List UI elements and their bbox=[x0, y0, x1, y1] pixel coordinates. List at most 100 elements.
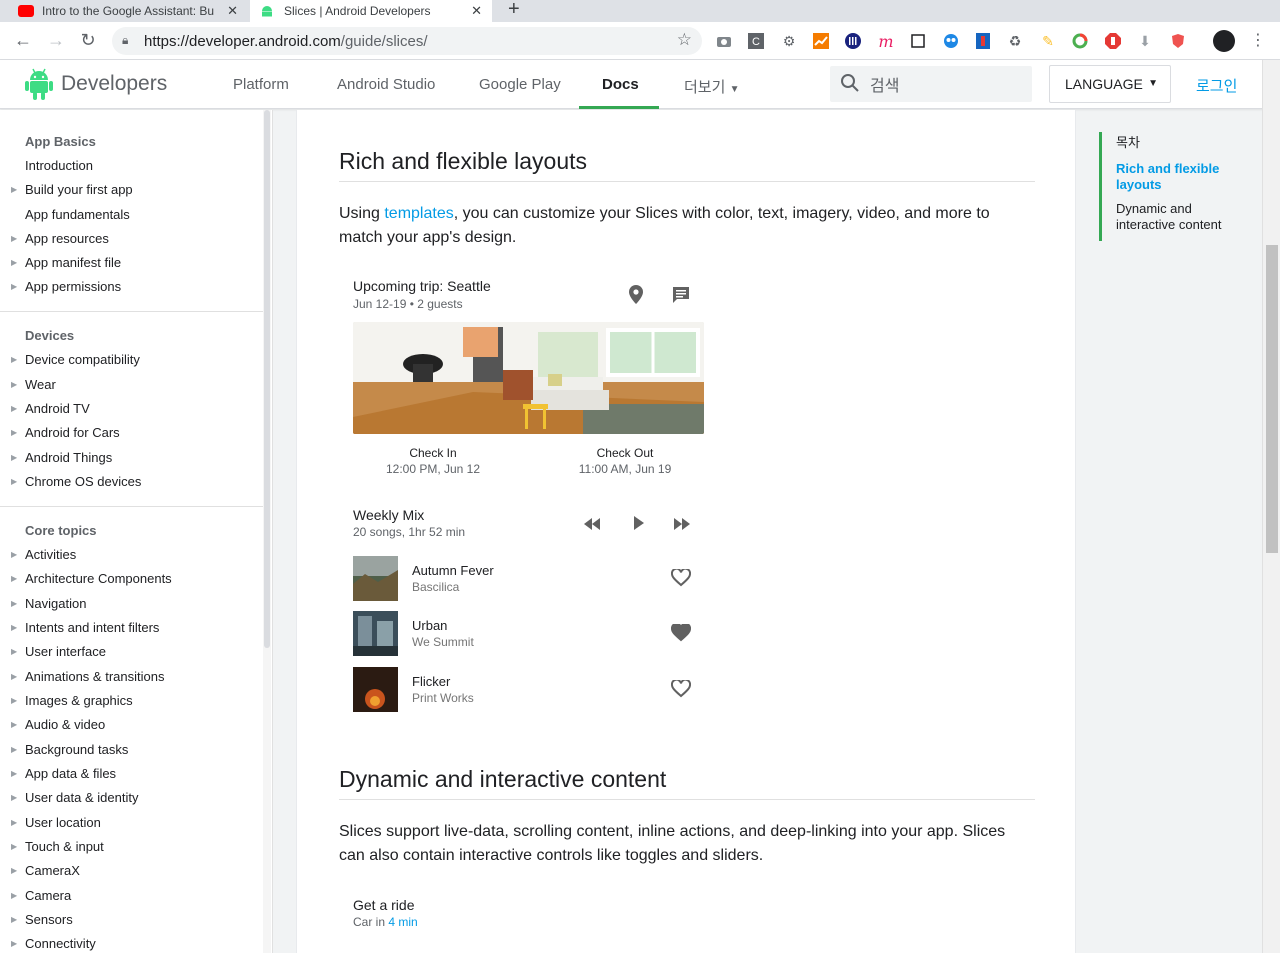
sidebar-item-app-resources[interactable]: App resources bbox=[25, 231, 109, 246]
song-title[interactable]: Urban bbox=[412, 618, 447, 633]
browser-tab-google-assistant[interactable]: Intro to the Google Assistant: Bu ✕ bbox=[8, 0, 248, 22]
login-link[interactable]: 로그인 bbox=[1196, 75, 1237, 96]
expand-arrow-icon[interactable]: ▶ bbox=[11, 453, 17, 462]
sidebar-item-app-permissions[interactable]: App permissions bbox=[25, 279, 121, 294]
nav-tab-docs[interactable]: Docs bbox=[602, 76, 639, 93]
expand-arrow-icon[interactable]: ▶ bbox=[11, 404, 17, 413]
expand-arrow-icon[interactable]: ▶ bbox=[11, 574, 17, 583]
sidebar-item-animations[interactable]: Animations & transitions bbox=[25, 669, 164, 684]
expand-arrow-icon[interactable]: ▶ bbox=[11, 599, 17, 608]
sidebar-item-build-first-app[interactable]: Build your first app bbox=[25, 182, 133, 197]
expand-arrow-icon[interactable]: ▶ bbox=[11, 647, 17, 656]
toc-item-dynamic-content[interactable]: Dynamic and interactive content bbox=[1116, 201, 1249, 233]
sidebar-item-device-compatibility[interactable]: Device compatibility bbox=[25, 352, 140, 367]
ride-eta-link[interactable]: 4 min bbox=[388, 915, 417, 929]
heart-outline-icon[interactable] bbox=[670, 567, 692, 592]
close-tab-icon[interactable]: ✕ bbox=[471, 3, 482, 19]
gear-extension-icon[interactable]: ⚙ bbox=[779, 31, 799, 51]
expand-arrow-icon[interactable]: ▶ bbox=[11, 380, 17, 389]
adblock-extension-icon[interactable] bbox=[1103, 31, 1123, 51]
color-wheel-extension-icon[interactable] bbox=[1070, 31, 1090, 51]
expand-arrow-icon[interactable]: ▶ bbox=[11, 696, 17, 705]
expand-arrow-icon[interactable]: ▶ bbox=[11, 939, 17, 948]
sidebar-item-audio-video[interactable]: Audio & video bbox=[25, 717, 105, 732]
expand-arrow-icon[interactable]: ▶ bbox=[11, 623, 17, 632]
expand-arrow-icon[interactable]: ▶ bbox=[11, 915, 17, 924]
expand-arrow-icon[interactable]: ▶ bbox=[11, 428, 17, 437]
expand-arrow-icon[interactable]: ▶ bbox=[11, 793, 17, 802]
flag-extension-icon[interactable] bbox=[973, 31, 993, 51]
new-tab-button[interactable]: + bbox=[508, 0, 520, 21]
expand-arrow-icon[interactable]: ▶ bbox=[11, 550, 17, 559]
location-pin-icon[interactable] bbox=[628, 284, 644, 311]
expand-arrow-icon[interactable]: ▶ bbox=[11, 866, 17, 875]
fast-forward-icon[interactable] bbox=[673, 517, 691, 535]
page-scrollbar-thumb[interactable] bbox=[1266, 245, 1278, 553]
c-extension-icon[interactable]: C bbox=[746, 31, 766, 51]
nav-tab-more[interactable]: 더보기 ▼ bbox=[684, 76, 739, 97]
barcode-extension-icon[interactable] bbox=[843, 31, 863, 51]
sidebar-item-app-fundamentals[interactable]: App fundamentals bbox=[25, 207, 130, 222]
sidebar-item-android-for-cars[interactable]: Android for Cars bbox=[25, 425, 120, 440]
bookmark-star-icon[interactable]: ☆ bbox=[677, 30, 692, 50]
sidebar-item-android-tv[interactable]: Android TV bbox=[25, 401, 90, 416]
expand-arrow-icon[interactable]: ▶ bbox=[11, 282, 17, 291]
sidebar-item-activities[interactable]: Activities bbox=[25, 547, 76, 562]
forward-arrow-icon[interactable]: → bbox=[45, 30, 67, 51]
owl-extension-icon[interactable] bbox=[941, 31, 961, 51]
sidebar-item-chrome-os[interactable]: Chrome OS devices bbox=[25, 474, 141, 489]
sidebar-section-title[interactable]: Core topics bbox=[25, 523, 97, 538]
broom-extension-icon[interactable]: ✎ bbox=[1038, 31, 1058, 51]
expand-arrow-icon[interactable]: ▶ bbox=[11, 672, 17, 681]
expand-arrow-icon[interactable]: ▶ bbox=[11, 477, 17, 486]
expand-arrow-icon[interactable]: ▶ bbox=[11, 769, 17, 778]
sidebar-item-sensors[interactable]: Sensors bbox=[25, 912, 73, 927]
download-extension-icon[interactable]: ⬇ bbox=[1135, 31, 1155, 51]
sidebar-item-app-manifest[interactable]: App manifest file bbox=[25, 255, 121, 270]
sidebar-section-title[interactable]: App Basics bbox=[25, 134, 96, 149]
sidebar-item-touch-input[interactable]: Touch & input bbox=[25, 839, 104, 854]
expand-arrow-icon[interactable]: ▶ bbox=[11, 745, 17, 754]
heart-filled-icon[interactable] bbox=[670, 622, 692, 647]
expand-arrow-icon[interactable]: ▶ bbox=[11, 185, 17, 194]
sidebar-item-user-data-identity[interactable]: User data & identity bbox=[25, 790, 138, 805]
expand-arrow-icon[interactable]: ▶ bbox=[11, 234, 17, 243]
developers-logo[interactable]: Developers bbox=[25, 68, 167, 100]
nav-tab-android-studio[interactable]: Android Studio bbox=[337, 76, 435, 93]
sidebar-item-app-data-files[interactable]: App data & files bbox=[25, 766, 116, 781]
browser-menu-icon[interactable]: ⋮ bbox=[1250, 30, 1266, 50]
toc-item-rich-layouts[interactable]: Rich and flexible layouts bbox=[1116, 161, 1249, 193]
screenshot-extension-icon[interactable] bbox=[908, 31, 928, 51]
shield-extension-icon[interactable] bbox=[1168, 31, 1188, 51]
sidebar-item-android-things[interactable]: Android Things bbox=[25, 450, 112, 465]
expand-arrow-icon[interactable]: ▶ bbox=[11, 891, 17, 900]
close-tab-icon[interactable]: ✕ bbox=[227, 3, 238, 19]
sidebar-section-title[interactable]: Devices bbox=[25, 328, 74, 343]
rewind-icon[interactable] bbox=[583, 517, 601, 535]
song-title[interactable]: Flicker bbox=[412, 674, 450, 689]
sidebar-item-camera[interactable]: Camera bbox=[25, 888, 71, 903]
back-arrow-icon[interactable]: ← bbox=[12, 30, 34, 51]
page-scrollbar[interactable] bbox=[1262, 60, 1280, 953]
sidebar-scrollbar-thumb[interactable] bbox=[264, 110, 270, 648]
browser-tab-slices[interactable]: Slices | Android Developers ✕ bbox=[250, 0, 492, 22]
recycle-extension-icon[interactable]: ♻ bbox=[1005, 31, 1025, 51]
message-icon[interactable] bbox=[671, 285, 691, 310]
sidebar-item-connectivity[interactable]: Connectivity bbox=[25, 936, 96, 951]
sidebar-item-background-tasks[interactable]: Background tasks bbox=[25, 742, 128, 757]
sidebar-item-user-interface[interactable]: User interface bbox=[25, 644, 106, 659]
nav-tab-platform[interactable]: Platform bbox=[233, 76, 289, 93]
reload-icon[interactable]: ↻ bbox=[77, 30, 99, 51]
address-bar[interactable]: 🔒︎ https://developer.android.com/guide/s… bbox=[112, 27, 702, 55]
camera-extension-icon[interactable] bbox=[714, 31, 734, 51]
templates-link[interactable]: templates bbox=[384, 205, 453, 222]
sidebar-item-images-graphics[interactable]: Images & graphics bbox=[25, 693, 133, 708]
expand-arrow-icon[interactable]: ▶ bbox=[11, 355, 17, 364]
sidebar-item-navigation[interactable]: Navigation bbox=[25, 596, 86, 611]
sidebar-item-wear[interactable]: Wear bbox=[25, 377, 56, 392]
sidebar-item-intents[interactable]: Intents and intent filters bbox=[25, 620, 159, 635]
expand-arrow-icon[interactable]: ▶ bbox=[11, 818, 17, 827]
expand-arrow-icon[interactable]: ▶ bbox=[11, 842, 17, 851]
search-input[interactable]: 검색 bbox=[830, 66, 1032, 102]
sidebar-scrollbar[interactable] bbox=[263, 110, 271, 953]
